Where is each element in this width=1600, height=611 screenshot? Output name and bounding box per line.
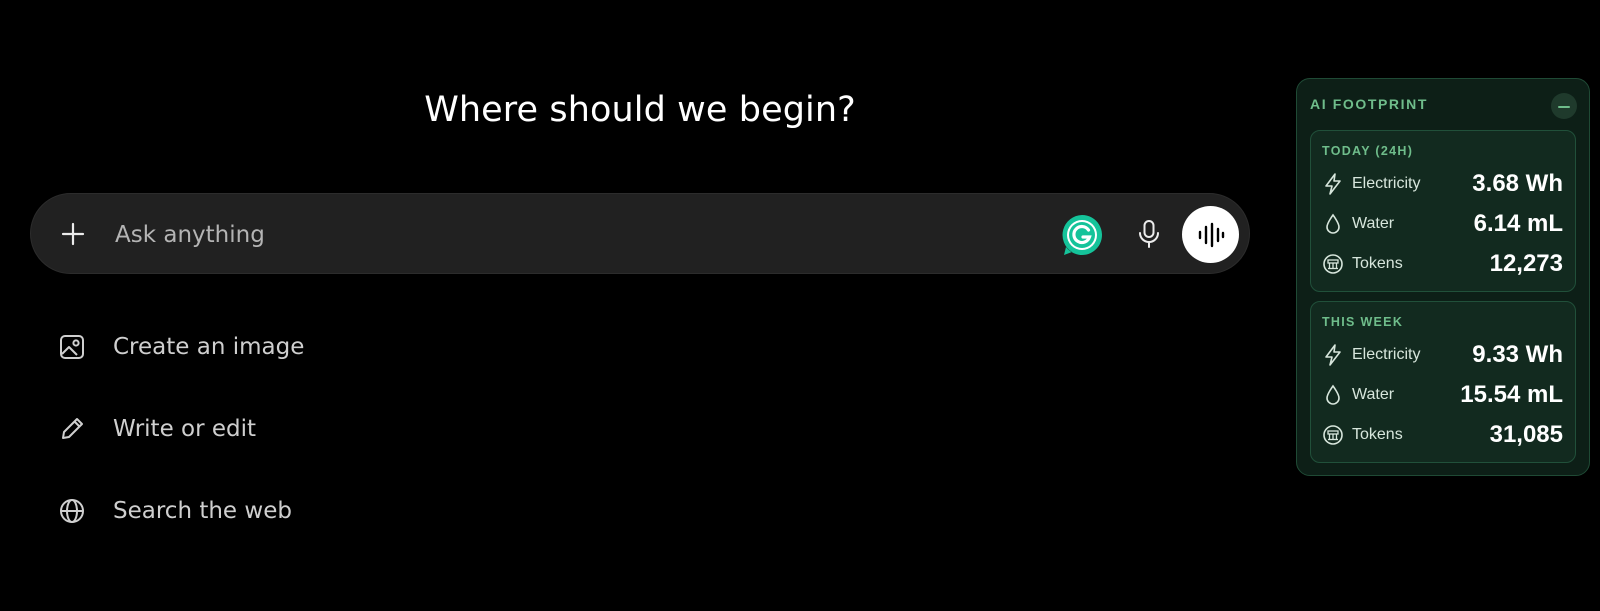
row-label: Water (1352, 386, 1395, 403)
droplet-icon (1322, 384, 1344, 406)
water-row: Water 6.14 mL (1322, 209, 1563, 239)
row-value: 6.14 mL (1473, 210, 1563, 237)
row-label: Tokens (1352, 255, 1403, 272)
week-card: THIS WEEK Electricity 9.33 Wh Water 15.5… (1310, 301, 1576, 463)
grammarly-button[interactable] (1060, 213, 1104, 257)
minimize-button[interactable] (1551, 93, 1577, 119)
card-title: THIS WEEK (1322, 315, 1404, 329)
row-value: 9.33 Wh (1472, 341, 1563, 368)
lightning-icon (1322, 344, 1344, 366)
suggestion-create-image[interactable]: Create an image (56, 325, 304, 369)
ai-footprint-panel: AI FOOTPRINT TODAY (24H) Electricity 3.6… (1296, 78, 1590, 476)
row-label: Tokens (1352, 426, 1403, 443)
today-card: TODAY (24H) Electricity 3.68 Wh Water 6.… (1310, 130, 1576, 292)
electricity-row: Electricity 3.68 Wh (1322, 169, 1563, 199)
voice-mode-button[interactable] (1182, 206, 1239, 263)
grammarly-icon (1062, 215, 1102, 255)
row-value: 15.54 mL (1460, 381, 1563, 408)
add-attachment-button[interactable] (55, 216, 91, 252)
row-label: Electricity (1352, 175, 1421, 192)
suggestion-label: Write or edit (113, 416, 257, 442)
water-row: Water 15.54 mL (1322, 380, 1563, 410)
tokens-row: Tokens 12,273 (1322, 249, 1563, 279)
token-icon (1322, 253, 1344, 275)
row-label: Water (1352, 215, 1395, 232)
chat-composer (30, 193, 1250, 274)
suggestion-label: Create an image (113, 334, 305, 360)
ask-input[interactable] (113, 214, 1017, 256)
suggestion-list: Create an image Write or edit Search the… (56, 325, 304, 571)
card-title: TODAY (24H) (1322, 144, 1414, 158)
suggestion-search-web[interactable]: Search the web (56, 489, 304, 533)
droplet-icon (1322, 213, 1344, 235)
tokens-row: Tokens 31,085 (1322, 420, 1563, 450)
dictate-button[interactable] (1129, 214, 1169, 254)
lightning-icon (1322, 173, 1344, 195)
row-value: 3.68 Wh (1472, 170, 1563, 197)
row-value: 12,273 (1489, 250, 1563, 277)
minimize-icon (1558, 106, 1570, 108)
panel-title: AI FOOTPRINT (1310, 96, 1428, 112)
globe-icon (56, 495, 88, 527)
suggestion-label: Search the web (113, 498, 292, 524)
voice-waveform-icon (1198, 222, 1224, 247)
pencil-icon (56, 413, 88, 445)
page-heading: Where should we begin? (424, 90, 856, 130)
plus-icon (61, 222, 85, 246)
chat-home-page: Where should we begin? Ask anything Crea… (0, 0, 1600, 611)
row-label: Electricity (1352, 346, 1421, 363)
microphone-icon (1139, 220, 1159, 248)
suggestion-write-edit[interactable]: Write or edit (56, 407, 304, 451)
token-icon (1322, 424, 1344, 446)
image-icon (56, 331, 88, 363)
row-value: 31,085 (1489, 421, 1563, 448)
electricity-row: Electricity 9.33 Wh (1322, 340, 1563, 370)
